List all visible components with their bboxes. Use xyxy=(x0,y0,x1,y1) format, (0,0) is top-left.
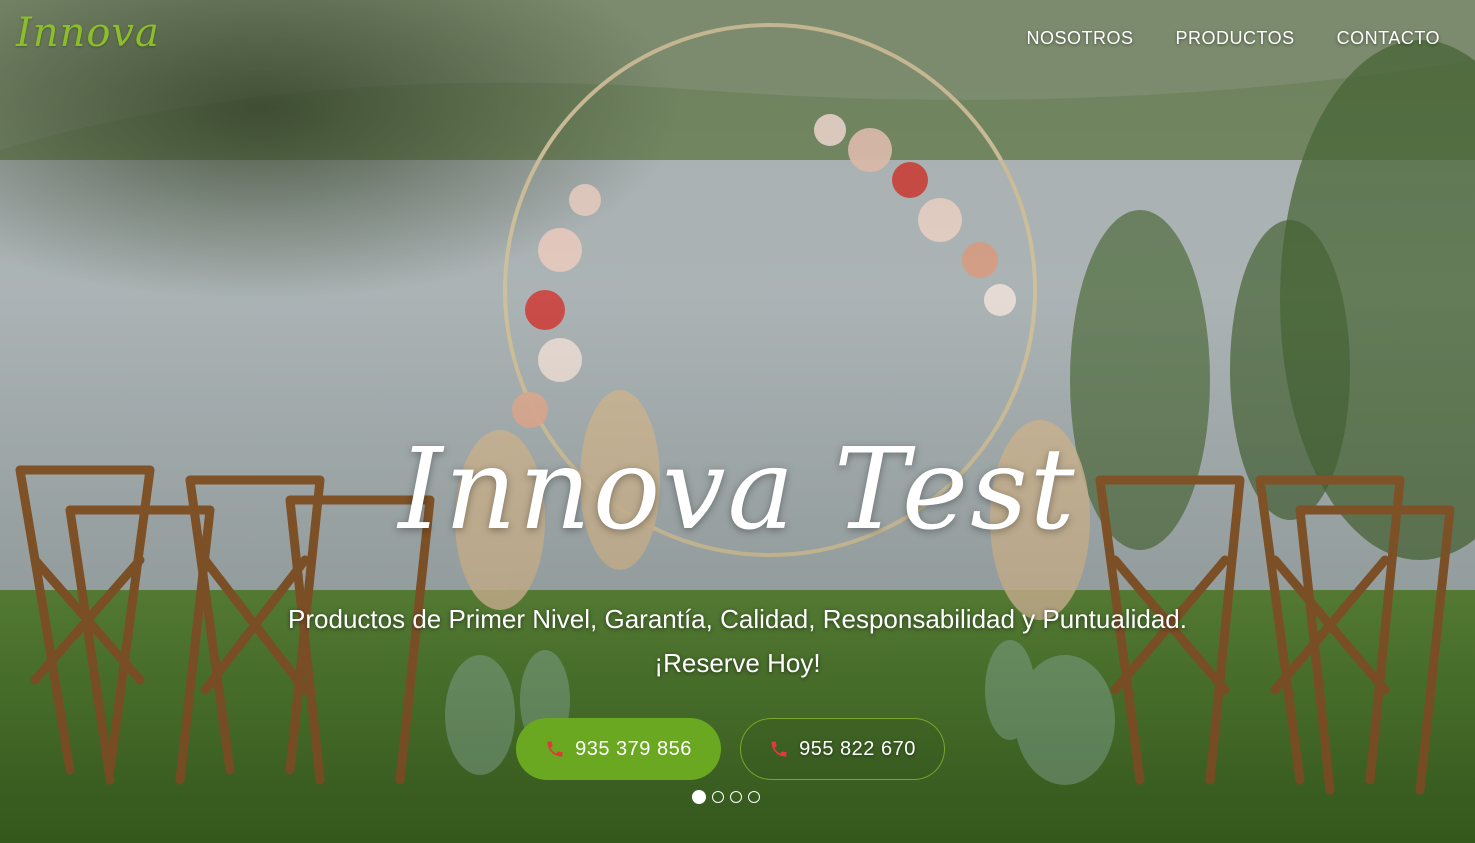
call-button-secondary-label: 955 822 670 xyxy=(799,737,916,760)
call-button-primary-label: 935 379 856 xyxy=(575,737,692,760)
brand-logo[interactable]: Innova xyxy=(16,10,160,56)
carousel-dots xyxy=(692,790,760,804)
call-button-secondary[interactable]: 955 822 670 xyxy=(740,718,945,780)
carousel-dot-1[interactable] xyxy=(692,790,706,804)
carousel-dot-4[interactable] xyxy=(748,791,760,803)
phone-icon xyxy=(769,739,789,759)
hero-title: Innova Test xyxy=(398,425,1077,555)
hero-subtitle-line1: Productos de Primer Nivel, Garantía, Cal… xyxy=(288,604,1187,634)
carousel-dot-3[interactable] xyxy=(730,791,742,803)
call-button-primary[interactable]: 935 379 856 xyxy=(516,718,721,780)
nav-productos[interactable]: PRODUCTOS xyxy=(1175,28,1294,49)
hero-subtitle-line2: ¡Reserve Hoy! xyxy=(654,648,821,678)
hero-subtitle: Productos de Primer Nivel, Garantía, Cal… xyxy=(0,597,1475,685)
phone-icon xyxy=(545,739,565,759)
main-nav: NOSOTROS PRODUCTOS CONTACTO xyxy=(1026,28,1440,49)
carousel-dot-2[interactable] xyxy=(712,791,724,803)
hero-carousel: Innova NOSOTROS PRODUCTOS CONTACTO Innov… xyxy=(0,0,1475,843)
hero-overlay xyxy=(0,0,1475,843)
nav-contacto[interactable]: CONTACTO xyxy=(1337,28,1440,49)
nav-nosotros[interactable]: NOSOTROS xyxy=(1026,28,1133,49)
